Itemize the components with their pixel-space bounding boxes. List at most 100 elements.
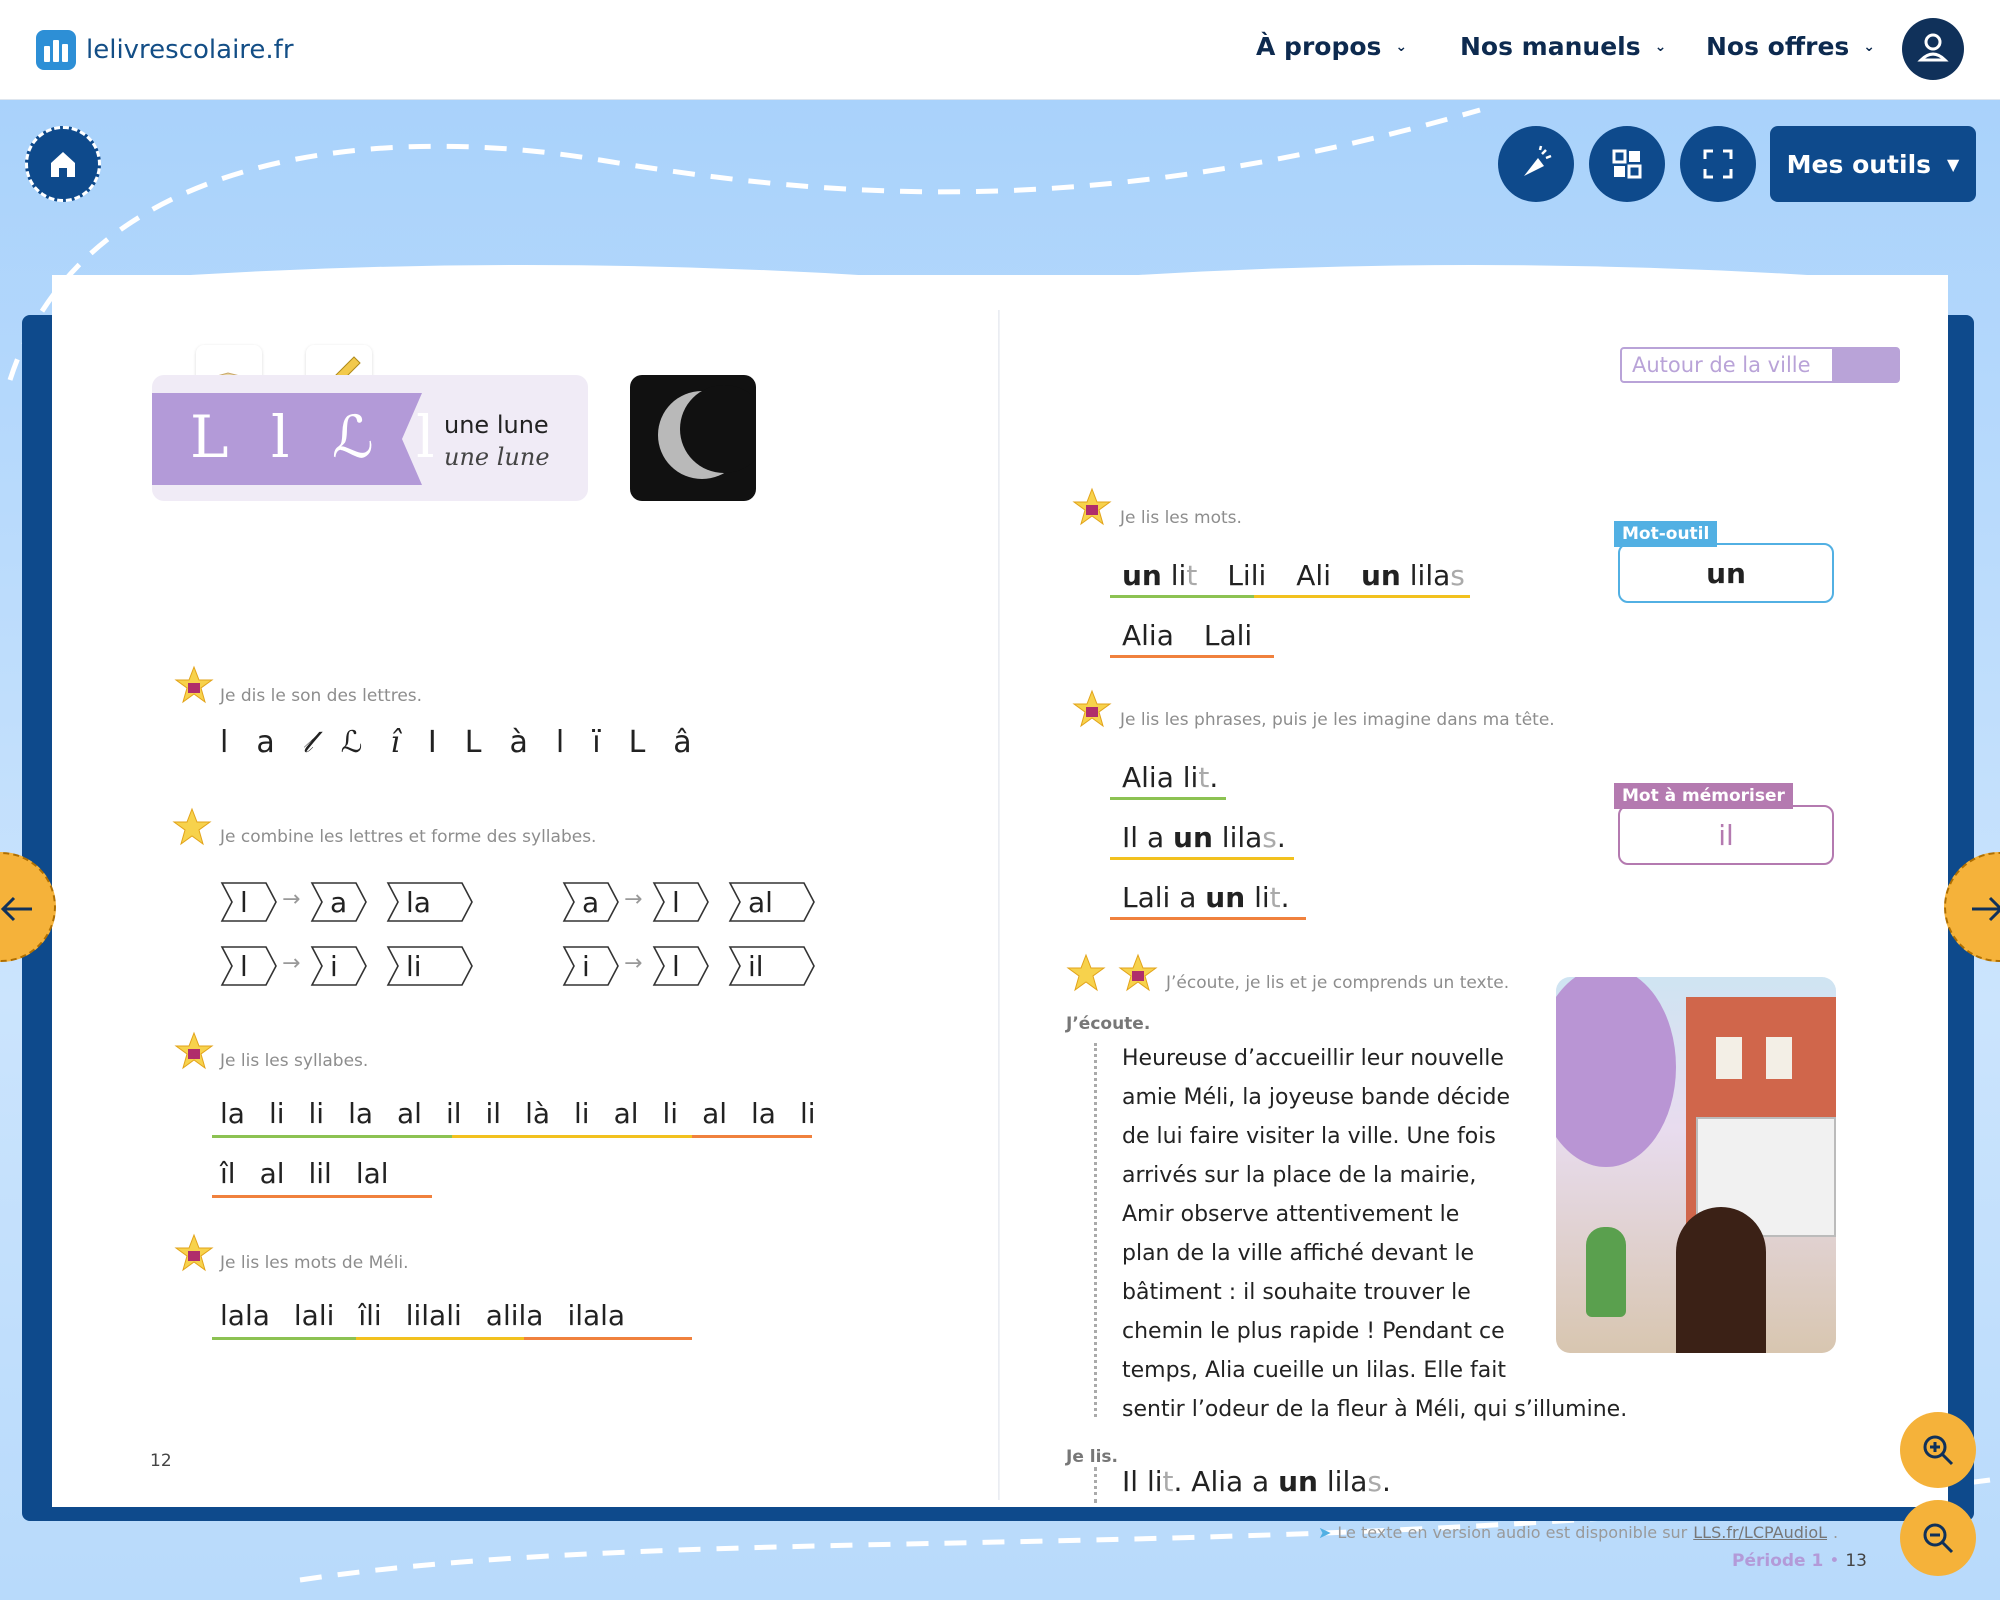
syllable: il [445, 1097, 462, 1130]
highlight-button[interactable] [1498, 126, 1574, 202]
arrow-icon: → [282, 887, 301, 912]
dotted-margin [1094, 1043, 1097, 1417]
star-mascot-icon [1072, 487, 1112, 526]
chevron-down-icon: ⌄ [1654, 38, 1667, 55]
combo-chip: i [310, 945, 368, 987]
syllable: îl [220, 1157, 236, 1190]
sentence-1: Alia lit. [1122, 761, 1219, 794]
combo-chip: a [310, 881, 368, 923]
star-mascot-icon [174, 665, 214, 704]
zoom-in-icon [1923, 1435, 1954, 1466]
page-footer-right: Période 1 • 13 [1732, 1551, 1867, 1571]
highlight-icon [1524, 145, 1552, 176]
mot-outil-box: un [1618, 543, 1834, 603]
syllable: al [702, 1097, 727, 1130]
word: un lilas [1360, 559, 1465, 592]
reader-stage: Mes outils ▼ L l ℒ l une lune une lune J… [0, 100, 2000, 1600]
letter: ℒ [340, 725, 363, 760]
zoom-out-icon [1923, 1523, 1954, 1554]
fullscreen-button[interactable] [1680, 126, 1756, 202]
combo-result: la [386, 881, 474, 923]
site-logo[interactable]: lelivrescolaire.fr [36, 30, 294, 70]
audio-note: ➤ Le texte en version audio est disponib… [1318, 1523, 1839, 1542]
letters-row: l a 𝓁 ℒ î I L à l ï L â [220, 725, 692, 760]
chevron-down-icon: ⌄ [1395, 38, 1408, 55]
ecoute-label: J’écoute. [1066, 1014, 1151, 1034]
logo-icon [36, 30, 76, 70]
combo-chip: i [562, 945, 620, 987]
account-button[interactable] [1902, 18, 1964, 80]
syllable: li [799, 1097, 816, 1130]
word: ilala [567, 1299, 626, 1332]
tools-menu-button[interactable]: Mes outils ▼ [1770, 126, 1976, 202]
reading-line [212, 1195, 432, 1198]
logo-text: lelivrescolaire.fr [86, 35, 294, 65]
word: lali [293, 1299, 335, 1332]
syllable: il [485, 1097, 502, 1130]
dotted-margin [1094, 1467, 1097, 1503]
left-page: L l ℒ l une lune une lune Je dis le son … [52, 265, 1000, 1507]
instruction-meli-words: Je lis les mots de Méli. [220, 1253, 409, 1273]
arrow-icon: → [282, 951, 301, 976]
word-print: une lune [444, 411, 549, 439]
letter: ï [592, 725, 601, 760]
story-illustration [1556, 977, 1836, 1353]
sentence-2: Il a un lilas. [1122, 821, 1286, 854]
letter: a [256, 725, 275, 760]
meli-words-row: lala lali îli lilali alila ilala [220, 1299, 625, 1332]
zoom-in-button[interactable] [1900, 1412, 1976, 1488]
next-page-button[interactable] [1944, 852, 2000, 962]
reading-line [1110, 655, 1274, 658]
moon-image [630, 375, 756, 501]
caret-down-icon: ▼ [1947, 154, 1960, 174]
star-mascot-icon [174, 1233, 214, 1272]
audio-link[interactable]: LLS.fr/LCPAudioL [1693, 1523, 1827, 1542]
reading-line [1110, 917, 1306, 920]
combo-chip: a [562, 881, 620, 923]
star-listen-icon [1066, 953, 1106, 992]
instruction-listen: J’écoute, je lis et je comprends un text… [1166, 973, 1510, 993]
word: îli [358, 1299, 382, 1332]
words-line-2: Alia Lali [1122, 619, 1252, 652]
reading-line [1110, 595, 1470, 598]
word: Alia [1122, 619, 1174, 652]
word: lala [220, 1299, 270, 1332]
home-button[interactable] [25, 126, 101, 202]
zoom-out-button[interactable] [1900, 1500, 1976, 1576]
letter: â [673, 725, 692, 760]
grid-view-button[interactable] [1589, 126, 1665, 202]
jelis-label: Je lis. [1066, 1447, 1119, 1467]
syllable: li [574, 1097, 590, 1130]
reading-line [1110, 797, 1226, 800]
letter: î [390, 725, 400, 760]
page-curve-left [52, 265, 1000, 285]
letters-title: L l ℒ l [190, 403, 447, 471]
home-icon [51, 152, 75, 177]
syllable: lal [355, 1157, 389, 1190]
star-mascot-icon [1072, 689, 1112, 728]
nav-nos-manuels[interactable]: Nos manuels ⌄ [1460, 32, 1666, 61]
combo-chip: l [220, 881, 278, 923]
nav-a-propos[interactable]: À propos ⌄ [1256, 32, 1407, 61]
syllable: al [397, 1097, 422, 1130]
word: Lali [1203, 619, 1253, 652]
theme-tag: Autour de la ville [1620, 347, 1900, 383]
syllable: li [308, 1097, 325, 1130]
combo-result: il [728, 945, 816, 987]
syllable: la [220, 1097, 245, 1130]
sentence-3: Lali a un lit. [1122, 881, 1290, 914]
star-mascot-icon [172, 807, 212, 846]
right-page: Autour de la ville Je lis les mots. un l… [1000, 265, 1948, 1571]
page-number-left: 12 [150, 1451, 172, 1471]
final-sentence: Il lit. Alia a un lilas. [1122, 1465, 1391, 1498]
nav-nos-offres[interactable]: Nos offres ⌄ [1706, 32, 1875, 61]
previous-page-button[interactable] [0, 852, 56, 962]
combo-result: li [386, 945, 474, 987]
letter: I [427, 725, 437, 760]
word: un lit [1122, 559, 1198, 592]
page-curve-right [1000, 265, 1948, 285]
star-mascot-icon [174, 1031, 214, 1070]
syllable: là [525, 1097, 550, 1130]
syllables-line-1: la li li la al il il là li al li al la l… [220, 1097, 816, 1130]
story-text: Heureuse d’accueillir leur nouvelle amie… [1122, 1046, 1628, 1422]
